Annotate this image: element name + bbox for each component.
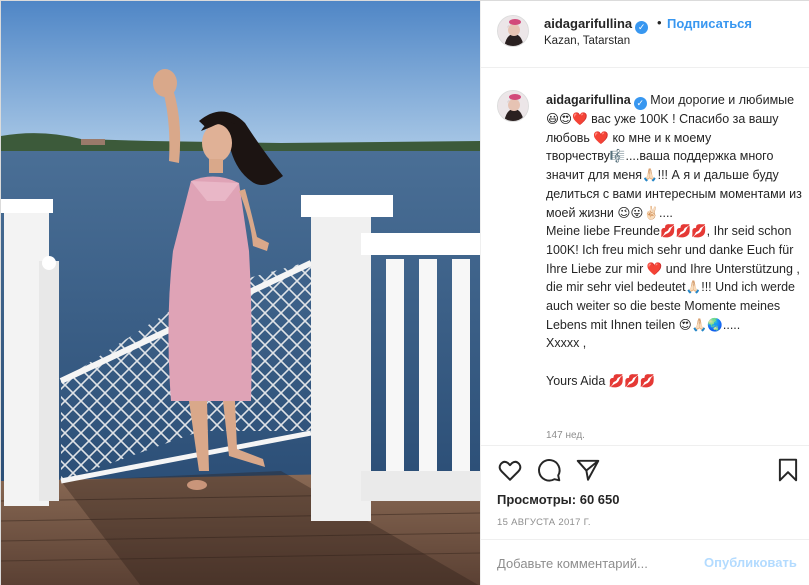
post-photo[interactable] [1, 1, 480, 585]
caption-body: Мои дорогие и любимые😃😍❤️ вас уже 100K !… [546, 93, 802, 388]
verified-badge-icon: ✓ [633, 97, 647, 110]
avatar[interactable] [497, 90, 529, 122]
heart-icon[interactable] [497, 457, 523, 483]
comment-input[interactable] [497, 553, 697, 573]
action-bar [481, 447, 809, 487]
comment-icon[interactable] [536, 457, 562, 483]
share-icon[interactable] [575, 457, 601, 483]
post-date[interactable]: 15 АВГУСТА 2017 Г. [497, 517, 591, 528]
header-separator: • [657, 15, 662, 30]
location-link[interactable]: Kazan, Tatarstan [544, 35, 630, 47]
caption-text: aidagarifullina ✓ Мои дорогие и любимые😃😍… [546, 91, 804, 391]
follow-button[interactable]: Подписаться [667, 16, 752, 31]
caption-username[interactable]: aidagarifullina ✓ [546, 93, 647, 110]
post-side-panel: aidagarifullina ✓ • Подписаться Kazan, Ta… [480, 1, 809, 585]
avatar[interactable] [497, 15, 529, 47]
post-container: aidagarifullina ✓ • Подписаться Kazan, Ta… [0, 0, 809, 585]
publish-button[interactable]: Опубликовать [704, 555, 797, 570]
bookmark-icon[interactable] [775, 457, 801, 483]
verified-badge-icon: ✓ [635, 21, 649, 34]
views-count: Просмотры: 60 650 [497, 492, 620, 507]
caption-section: aidagarifullina ✓ Мои дорогие и любимые😃😍… [481, 68, 809, 446]
comment-bar: Опубликовать [481, 539, 809, 585]
header-username[interactable]: aidagarifullina ✓ [544, 16, 649, 34]
post-header: aidagarifullina ✓ • Подписаться Kazan, Ta… [481, 1, 809, 68]
caption-age[interactable]: 147 нед. [546, 430, 585, 441]
